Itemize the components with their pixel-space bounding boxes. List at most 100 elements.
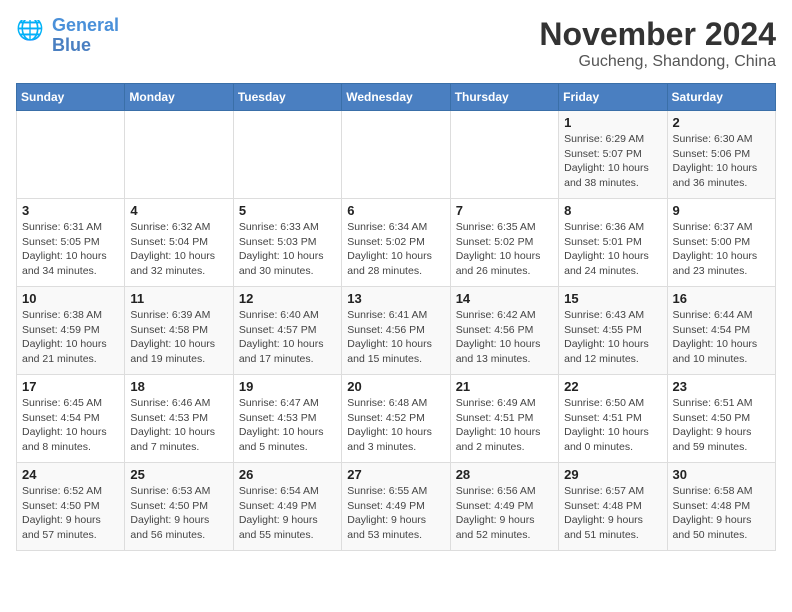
day-cell — [450, 111, 558, 199]
day-cell: 29 Sunrise: 6:57 AMSunset: 4:48 PMDayligh… — [559, 463, 667, 551]
day-cell: 21 Sunrise: 6:49 AMSunset: 4:51 PMDayligh… — [450, 375, 558, 463]
day-info: Sunrise: 6:54 AMSunset: 4:49 PMDaylight:… — [239, 484, 336, 543]
day-info: Sunrise: 6:30 AMSunset: 5:06 PMDaylight:… — [673, 132, 770, 191]
day-number: 5 — [239, 203, 336, 218]
svg-text:🌐: 🌐 — [16, 20, 44, 41]
day-number: 14 — [456, 291, 553, 306]
day-info: Sunrise: 6:56 AMSunset: 4:49 PMDaylight:… — [456, 484, 553, 543]
logo-text: General Blue — [52, 16, 119, 56]
day-info: Sunrise: 6:44 AMSunset: 4:54 PMDaylight:… — [673, 308, 770, 367]
day-cell: 7 Sunrise: 6:35 AMSunset: 5:02 PMDaylight… — [450, 199, 558, 287]
day-info: Sunrise: 6:48 AMSunset: 4:52 PMDaylight:… — [347, 396, 444, 455]
day-cell: 30 Sunrise: 6:58 AMSunset: 4:48 PMDayligh… — [667, 463, 775, 551]
day-number: 1 — [564, 115, 661, 130]
day-cell: 14 Sunrise: 6:42 AMSunset: 4:56 PMDayligh… — [450, 287, 558, 375]
day-info: Sunrise: 6:31 AMSunset: 5:05 PMDaylight:… — [22, 220, 119, 279]
calendar: SundayMondayTuesdayWednesdayThursdayFrid… — [16, 83, 776, 551]
day-info: Sunrise: 6:33 AMSunset: 5:03 PMDaylight:… — [239, 220, 336, 279]
weekday-saturday: Saturday — [667, 84, 775, 111]
day-cell: 3Sunrise: 6:31 AMSunset: 5:05 PMDaylight… — [17, 199, 125, 287]
day-number: 30 — [673, 467, 770, 482]
day-cell: 19Sunrise: 6:47 AMSunset: 4:53 PMDayligh… — [233, 375, 341, 463]
day-cell: 15Sunrise: 6:43 AMSunset: 4:55 PMDayligh… — [559, 287, 667, 375]
day-cell: 12 Sunrise: 6:40 AMSunset: 4:57 PMDayligh… — [233, 287, 341, 375]
day-cell: 2 Sunrise: 6:30 AMSunset: 5:06 PMDaylight… — [667, 111, 775, 199]
day-number: 16 — [673, 291, 770, 306]
day-cell: 5 Sunrise: 6:33 AMSunset: 5:03 PMDaylight… — [233, 199, 341, 287]
weekday-thursday: Thursday — [450, 84, 558, 111]
day-info: Sunrise: 6:53 AMSunset: 4:50 PMDaylight:… — [130, 484, 227, 543]
day-cell: 13 Sunrise: 6:41 AMSunset: 4:56 PMDayligh… — [342, 287, 450, 375]
calendar-body: 1Sunrise: 6:29 AMSunset: 5:07 PMDaylight… — [17, 111, 776, 551]
day-info: Sunrise: 6:36 AMSunset: 5:01 PMDaylight:… — [564, 220, 661, 279]
logo-icon: 🌐 — [16, 20, 48, 52]
day-number: 28 — [456, 467, 553, 482]
day-cell: 27 Sunrise: 6:55 AMSunset: 4:49 PMDayligh… — [342, 463, 450, 551]
day-number: 26 — [239, 467, 336, 482]
day-cell: 16 Sunrise: 6:44 AMSunset: 4:54 PMDayligh… — [667, 287, 775, 375]
day-info: Sunrise: 6:51 AMSunset: 4:50 PMDaylight:… — [673, 396, 770, 455]
day-info: Sunrise: 6:58 AMSunset: 4:48 PMDaylight:… — [673, 484, 770, 543]
day-info: Sunrise: 6:32 AMSunset: 5:04 PMDaylight:… — [130, 220, 227, 279]
day-info: Sunrise: 6:37 AMSunset: 5:00 PMDaylight:… — [673, 220, 770, 279]
day-cell: 1Sunrise: 6:29 AMSunset: 5:07 PMDaylight… — [559, 111, 667, 199]
day-info: Sunrise: 6:41 AMSunset: 4:56 PMDaylight:… — [347, 308, 444, 367]
day-number: 10 — [22, 291, 119, 306]
day-cell — [17, 111, 125, 199]
day-number: 18 — [130, 379, 227, 394]
day-info: Sunrise: 6:55 AMSunset: 4:49 PMDaylight:… — [347, 484, 444, 543]
logo-line1: General — [52, 15, 119, 35]
day-cell — [342, 111, 450, 199]
day-number: 8 — [564, 203, 661, 218]
day-number: 13 — [347, 291, 444, 306]
day-cell: 10 Sunrise: 6:38 AMSunset: 4:59 PMDayligh… — [17, 287, 125, 375]
day-number: 11 — [130, 291, 227, 306]
day-number: 23 — [673, 379, 770, 394]
day-cell: 25 Sunrise: 6:53 AMSunset: 4:50 PMDayligh… — [125, 463, 233, 551]
day-info: Sunrise: 6:43 AMSunset: 4:55 PMDaylight:… — [564, 308, 661, 367]
day-info: Sunrise: 6:57 AMSunset: 4:48 PMDaylight:… — [564, 484, 661, 543]
day-info: Sunrise: 6:42 AMSunset: 4:56 PMDaylight:… — [456, 308, 553, 367]
weekday-wednesday: Wednesday — [342, 84, 450, 111]
day-number: 7 — [456, 203, 553, 218]
day-cell — [233, 111, 341, 199]
day-info: Sunrise: 6:40 AMSunset: 4:57 PMDaylight:… — [239, 308, 336, 367]
day-cell: 23 Sunrise: 6:51 AMSunset: 4:50 PMDayligh… — [667, 375, 775, 463]
header: 🌐 General Blue November 2024 Gucheng, Sh… — [16, 16, 776, 71]
day-cell: 22Sunrise: 6:50 AMSunset: 4:51 PMDayligh… — [559, 375, 667, 463]
logo: 🌐 General Blue — [16, 16, 119, 56]
week-row-5: 24 Sunrise: 6:52 AMSunset: 4:50 PMDayligh… — [17, 463, 776, 551]
day-info: Sunrise: 6:49 AMSunset: 4:51 PMDaylight:… — [456, 396, 553, 455]
logo-line2: Blue — [52, 35, 91, 55]
day-info: Sunrise: 6:38 AMSunset: 4:59 PMDaylight:… — [22, 308, 119, 367]
week-row-3: 10 Sunrise: 6:38 AMSunset: 4:59 PMDayligh… — [17, 287, 776, 375]
weekday-header-row: SundayMondayTuesdayWednesdayThursdayFrid… — [17, 84, 776, 111]
weekday-friday: Friday — [559, 84, 667, 111]
day-info: Sunrise: 6:35 AMSunset: 5:02 PMDaylight:… — [456, 220, 553, 279]
day-cell: 8 Sunrise: 6:36 AMSunset: 5:01 PMDaylight… — [559, 199, 667, 287]
day-info: Sunrise: 6:34 AMSunset: 5:02 PMDaylight:… — [347, 220, 444, 279]
day-number: 27 — [347, 467, 444, 482]
day-number: 25 — [130, 467, 227, 482]
weekday-monday: Monday — [125, 84, 233, 111]
day-number: 29 — [564, 467, 661, 482]
day-number: 21 — [456, 379, 553, 394]
day-number: 2 — [673, 115, 770, 130]
day-number: 24 — [22, 467, 119, 482]
day-info: Sunrise: 6:47 AMSunset: 4:53 PMDaylight:… — [239, 396, 336, 455]
day-cell: 24 Sunrise: 6:52 AMSunset: 4:50 PMDayligh… — [17, 463, 125, 551]
day-number: 12 — [239, 291, 336, 306]
day-cell: 11 Sunrise: 6:39 AMSunset: 4:58 PMDayligh… — [125, 287, 233, 375]
day-number: 4 — [130, 203, 227, 218]
day-info: Sunrise: 6:52 AMSunset: 4:50 PMDaylight:… — [22, 484, 119, 543]
day-cell: 28 Sunrise: 6:56 AMSunset: 4:49 PMDayligh… — [450, 463, 558, 551]
day-number: 9 — [673, 203, 770, 218]
day-info: Sunrise: 6:39 AMSunset: 4:58 PMDaylight:… — [130, 308, 227, 367]
day-cell: 6Sunrise: 6:34 AMSunset: 5:02 PMDaylight… — [342, 199, 450, 287]
day-cell: 18 Sunrise: 6:46 AMSunset: 4:53 PMDayligh… — [125, 375, 233, 463]
day-info: Sunrise: 6:46 AMSunset: 4:53 PMDaylight:… — [130, 396, 227, 455]
day-cell: 4 Sunrise: 6:32 AMSunset: 5:04 PMDaylight… — [125, 199, 233, 287]
day-cell: 20Sunrise: 6:48 AMSunset: 4:52 PMDayligh… — [342, 375, 450, 463]
day-cell — [125, 111, 233, 199]
week-row-4: 17Sunrise: 6:45 AMSunset: 4:54 PMDayligh… — [17, 375, 776, 463]
